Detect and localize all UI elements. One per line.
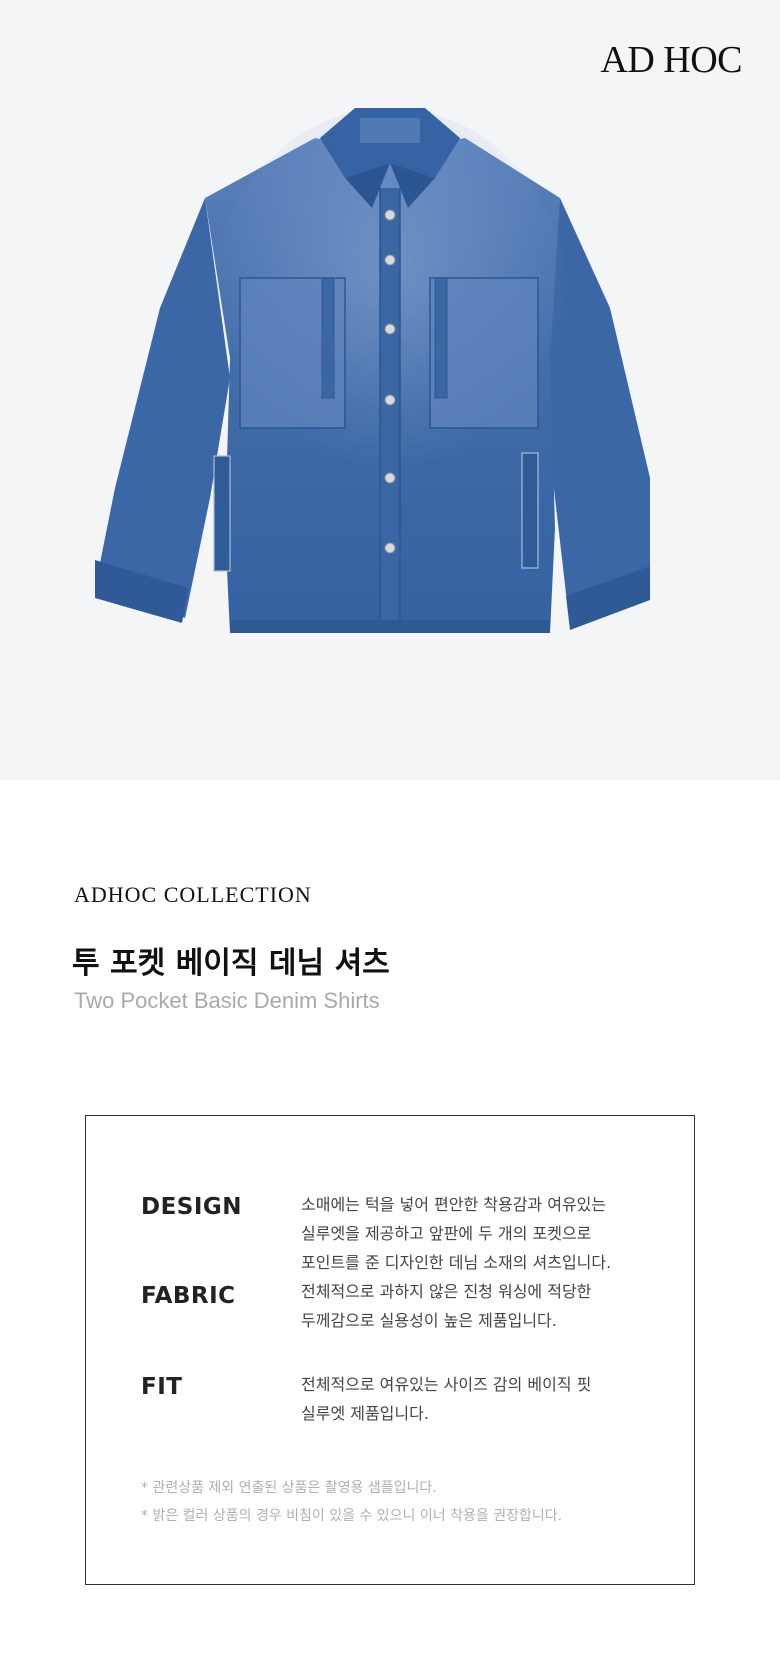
design-text: 소매에는 턱을 넣어 편안한 착용감과 여유있는 실루엣을 제공하고 앞판에 두…	[301, 1195, 612, 1272]
left-side-pocket	[213, 455, 231, 572]
brand-logo: AD HOC	[600, 39, 742, 81]
product-hero: AD HOC	[0, 0, 780, 780]
fit-text: 전체적으로 여유있는 사이즈 감의 베이직 핏 실루엣 제품입니다.	[301, 1375, 592, 1423]
fit-label: FIT	[141, 1374, 183, 1400]
left-sleeve	[95, 198, 230, 618]
fabric-text: 전체적으로 과하지 않은 진청 워싱에 적당한 두께감으로 실용성이 높은 제품…	[301, 1282, 592, 1330]
collection-label: ADHOC COLLECTION	[74, 882, 312, 907]
disclaimer-notes: * 관련상품 제외 연출된 상품은 촬영용 샘플입니다. * 밝은 컬러 상품의…	[141, 1474, 562, 1530]
product-title-english: Two Pocket Basic Denim Shirts	[74, 988, 380, 1013]
product-details-box: DESIGN 소매에는 턱을 넣어 편안한 착용감과 여유있는 실루엣을 제공하…	[85, 1115, 695, 1585]
note-sample: * 관련상품 제외 연출된 상품은 촬영용 샘플입니다.	[141, 1480, 437, 1496]
note-see-through: * 밝은 컬러 상품의 경우 비침이 있을 수 있으니 이너 착용을 권장합니다…	[141, 1508, 563, 1524]
right-side-pocket	[521, 452, 539, 569]
left-chest-pocket	[239, 277, 346, 429]
right-chest-pocket	[429, 277, 539, 429]
denim-shirt-image	[95, 108, 650, 633]
design-label: DESIGN	[141, 1194, 243, 1220]
fabric-label: FABRIC	[141, 1283, 236, 1309]
product-title-korean: 투 포켓 베이직 데님 셔츠	[72, 946, 390, 981]
